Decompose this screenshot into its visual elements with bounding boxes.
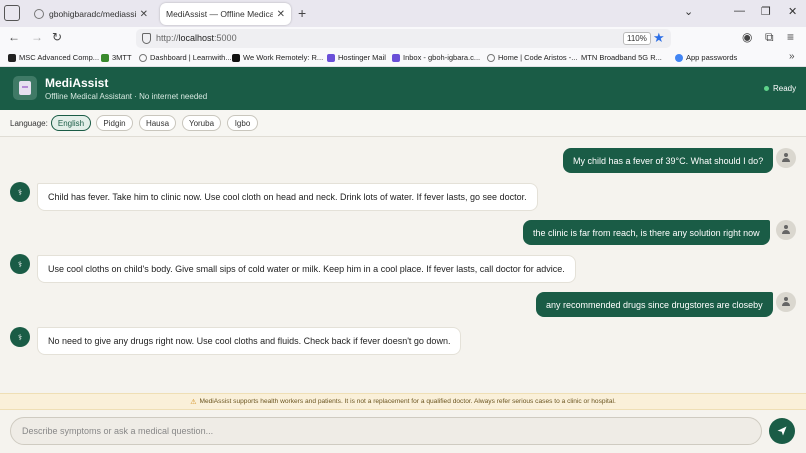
browser-tab-mediassist[interactable]: MediAssist — Offline Medical Assist ✕ — [160, 3, 291, 25]
bookmark-star-icon[interactable]: ★ — [653, 30, 665, 46]
language-option-igbo[interactable]: Igbo — [227, 115, 258, 131]
tab-overview-icon[interactable] — [4, 5, 20, 21]
user-avatar-icon — [776, 292, 796, 312]
app-logo-icon — [13, 76, 37, 100]
menu-icon[interactable]: ≡ — [787, 30, 794, 44]
bot-avatar-icon: ⚕ — [10, 182, 30, 202]
status-dot-icon — [764, 86, 769, 91]
bookmark-item[interactable]: Dashboard | Learnwith... — [139, 53, 232, 62]
bookmark-icon — [232, 53, 240, 62]
mail-icon — [327, 53, 335, 62]
bot-message: Child has fever. Take him to clinic now.… — [37, 183, 538, 211]
status-indicator: Ready — [764, 84, 796, 93]
bookmark-item[interactable]: MSC Advanced Comp... — [8, 53, 99, 62]
mail-icon — [392, 53, 400, 62]
address-bar[interactable]: http://localhost:5000 110% ★ — [136, 29, 671, 48]
bookmarks-bar: MSC Advanced Comp... 3MTT Dashboard | Le… — [0, 50, 806, 67]
user-message: My child has a fever of 39°C. What shoul… — [563, 148, 774, 173]
url-text[interactable]: http://localhost:5000 — [156, 33, 237, 43]
bookmark-icon — [101, 53, 109, 62]
bookmark-icon — [8, 53, 16, 62]
minimize-icon[interactable]: — — [734, 5, 745, 17]
bookmark-item[interactable]: 3MTT — [101, 53, 132, 62]
close-icon[interactable]: ✕ — [140, 9, 148, 20]
language-option-yoruba[interactable]: Yoruba — [182, 115, 221, 131]
browser-tab-github[interactable]: gbohigbaradc/mediassist_subm ✕ — [28, 3, 154, 25]
disclaimer-text: MediAssist supports health workers and p… — [199, 398, 616, 405]
language-label: Language: — [10, 119, 48, 128]
language-option-english[interactable]: English — [51, 115, 91, 131]
globe-icon — [487, 53, 495, 62]
shield-icon[interactable] — [142, 33, 151, 44]
app-header: MediAssist Offline Medical Assistant · N… — [0, 67, 806, 110]
bot-message: No need to give any drugs right now. Use… — [37, 327, 462, 355]
zoom-level-badge[interactable]: 110% — [623, 32, 651, 45]
message-input[interactable] — [10, 417, 762, 445]
user-message: any recommended drugs since drugstores a… — [536, 292, 773, 317]
browser-tab-bar: gbohigbaradc/mediassist_subm ✕ MediAssis… — [0, 0, 806, 27]
bookmark-item[interactable]: MTN Broadband 5G R... — [581, 53, 662, 62]
bot-avatar-icon: ⚕ — [10, 254, 30, 274]
send-button[interactable] — [769, 418, 795, 444]
composer — [0, 410, 806, 453]
close-icon[interactable]: ✕ — [277, 9, 285, 20]
user-avatar-icon — [776, 220, 796, 240]
globe-icon — [139, 53, 147, 62]
bookmark-item[interactable]: App passwords — [675, 53, 737, 62]
status-text: Ready — [773, 84, 797, 93]
warning-icon: ⚠ — [190, 398, 197, 406]
new-tab-button[interactable]: + — [298, 5, 306, 21]
bookmark-item[interactable]: We Work Remotely: R... — [232, 53, 323, 62]
account-icon[interactable]: ◉ — [742, 30, 752, 44]
reload-icon[interactable]: ↻ — [52, 30, 62, 44]
window-close-icon[interactable]: ✕ — [788, 5, 797, 18]
user-message: the clinic is far from reach, is there a… — [523, 220, 770, 245]
browser-nav-bar: ← → ↻ http://localhost:5000 110% ★ ◉ ⧉ ≡ — [0, 27, 806, 50]
tab-title: gbohigbaradc/mediassist_subm — [49, 9, 136, 19]
language-option-pidgin[interactable]: Pidgin — [96, 115, 133, 131]
disclaimer-banner: ⚠ MediAssist supports health workers and… — [0, 393, 806, 410]
extensions-icon[interactable]: ⧉ — [765, 30, 774, 45]
restore-icon[interactable]: ❐ — [761, 5, 771, 18]
github-icon — [34, 9, 44, 19]
app-subtitle: Offline Medical Assistant · No internet … — [45, 92, 208, 101]
bookmark-item[interactable]: Hostinger Mail — [327, 53, 386, 62]
send-icon — [777, 426, 787, 436]
back-arrow-icon[interactable]: ← — [8, 30, 20, 44]
forward-arrow-icon[interactable]: → — [31, 30, 43, 44]
tab-list-chevron-icon[interactable]: ⌄ — [684, 5, 693, 18]
language-option-hausa[interactable]: Hausa — [139, 115, 176, 131]
bot-message: Use cool cloths on child's body. Give sm… — [37, 255, 576, 283]
bookmark-item[interactable]: Inbox - gboh-igbara.c... — [392, 53, 480, 62]
tab-title: MediAssist — Offline Medical Assist — [166, 9, 273, 19]
bot-avatar-icon: ⚕ — [10, 327, 30, 347]
app-title: MediAssist — [45, 76, 109, 90]
chevron-right-icon[interactable]: » — [789, 51, 795, 62]
language-bar: Language: English Pidgin Hausa Yoruba Ig… — [0, 110, 806, 137]
chat-messages: My child has a fever of 39°C. What shoul… — [0, 137, 806, 393]
user-avatar-icon — [776, 148, 796, 168]
bookmark-item[interactable]: Home | Code Aristos -... — [487, 53, 577, 62]
google-icon — [675, 53, 683, 62]
